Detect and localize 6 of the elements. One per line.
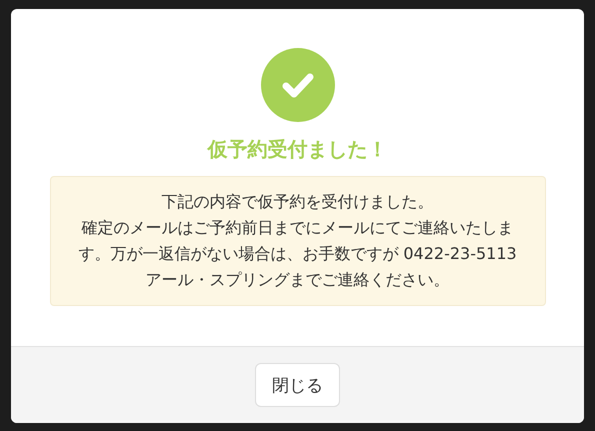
- close-button[interactable]: 閉じる: [255, 363, 340, 407]
- message-text: アール・スプリングまでご連絡ください。: [144, 269, 450, 291]
- check-icon: [260, 48, 334, 122]
- dialog-title: 仮予約受付ました！: [208, 136, 388, 162]
- message-text: 下記の内容で仮予約を受付けました。: [160, 191, 434, 213]
- message-text: 確定のメールはご予約前日までにメールにてご連絡いたします。万が一返信がない場合は、お手数ですが 0422-23-5113: [77, 217, 518, 265]
